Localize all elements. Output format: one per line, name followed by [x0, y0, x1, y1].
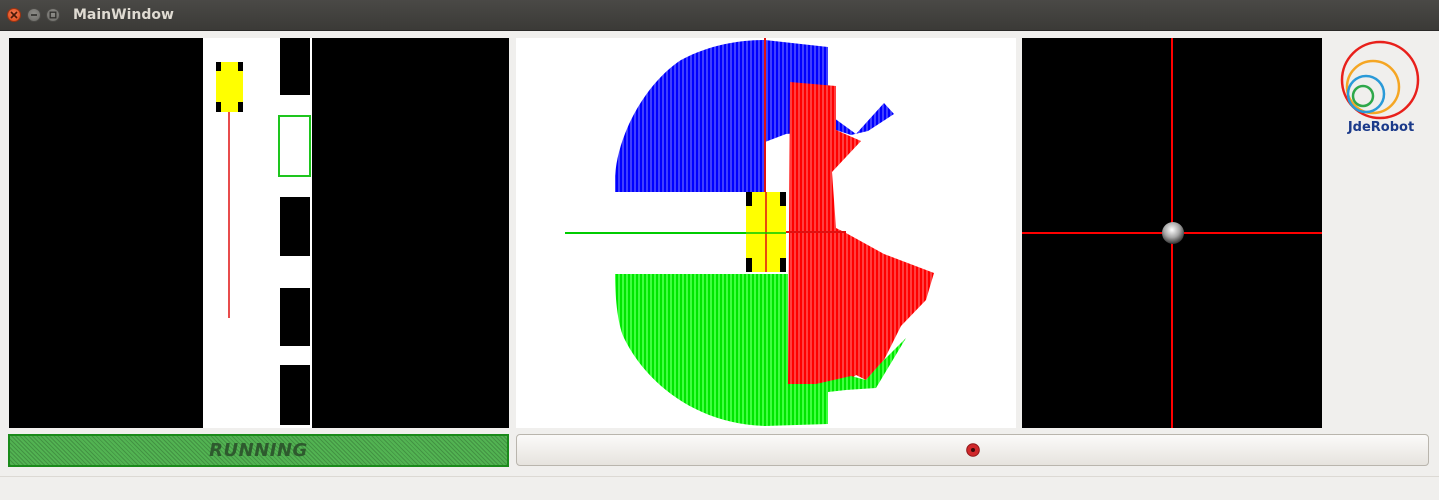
laser-sensor-view	[516, 38, 1016, 428]
joystick-canvas	[1022, 38, 1322, 428]
close-icon[interactable]	[7, 8, 21, 22]
status-indicator: RUNNING	[8, 434, 509, 467]
window-title: MainWindow	[73, 7, 174, 23]
logo-text: JdeRobot	[1347, 120, 1415, 135]
logo-circles	[1340, 40, 1420, 120]
teleoperator-joystick[interactable]	[1022, 38, 1322, 428]
title-bar: MainWindow	[0, 0, 1439, 31]
parked-car	[280, 288, 310, 346]
status-label: RUNNING	[209, 440, 308, 461]
car-icon	[746, 192, 786, 272]
parked-car	[280, 38, 310, 95]
road-map-canvas	[9, 38, 509, 428]
maximize-icon[interactable]	[46, 8, 60, 22]
joystick-ball-icon[interactable]	[1162, 222, 1184, 244]
parked-car	[280, 197, 310, 256]
car-icon	[216, 62, 243, 112]
record-icon	[965, 443, 980, 457]
minimize-icon[interactable]	[27, 8, 41, 22]
parked-car	[280, 365, 310, 425]
laser-front-left-scan	[615, 40, 765, 192]
laser-canvas	[565, 38, 934, 426]
window-status-line	[0, 476, 1439, 500]
jderobot-logo: JdeRobot	[1338, 38, 1424, 138]
road-map-view	[9, 38, 509, 428]
record-button[interactable]	[516, 434, 1429, 466]
